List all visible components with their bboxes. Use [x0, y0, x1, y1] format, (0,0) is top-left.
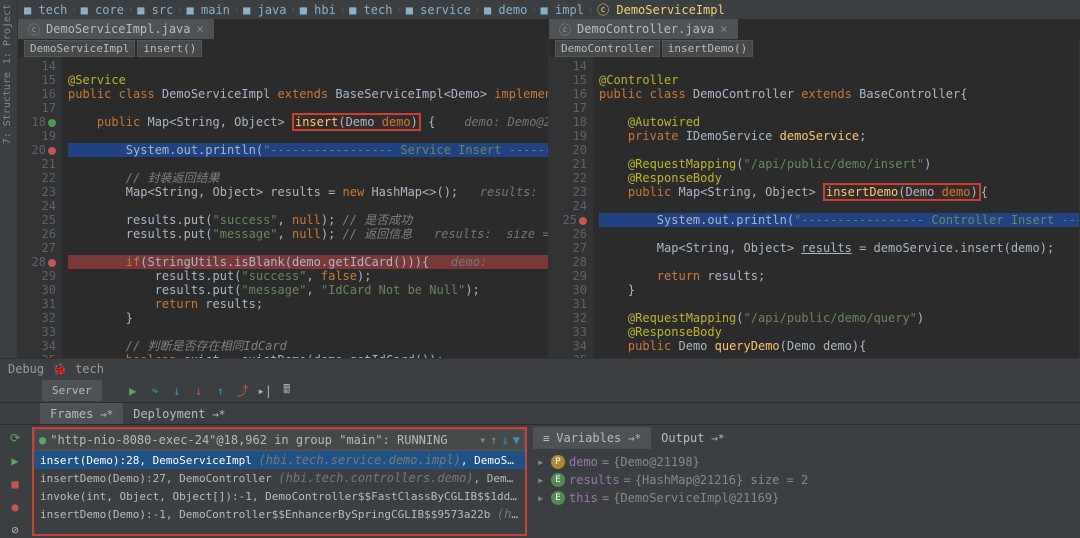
next-frame-icon[interactable]: ↓ [502, 433, 509, 447]
nav-method[interactable]: insertDemo() [662, 40, 753, 57]
deployment-tab[interactable]: Deployment →* [123, 403, 235, 424]
drop-frame-icon[interactable]: ⤴ [234, 382, 252, 400]
nav-class[interactable]: DemoServiceImpl [24, 40, 135, 57]
server-tab[interactable]: Server [42, 380, 102, 401]
tab-label: DemoController.java [577, 22, 714, 36]
nav-method[interactable]: insert() [137, 40, 202, 57]
close-icon[interactable]: × [197, 22, 204, 36]
dropdown-icon[interactable]: ▾ [479, 433, 486, 447]
resume-program-icon[interactable]: ▶ [6, 452, 24, 469]
tab-label: DemoServiceImpl.java [46, 22, 191, 36]
debug-panel: Debug 🐞 tech Server ▶ ↷ ↓ ↓ ↑ ⤴ ▸| 🖩 Fra… [0, 358, 1080, 538]
stack-frame[interactable]: invoke(int, Object, Object[]):-1, DemoCo… [34, 487, 525, 505]
gutter-right[interactable]: 1415161718192021222324252627282930313233… [549, 57, 593, 358]
thread-status-icon: ● [39, 433, 46, 447]
debug-process: tech [75, 362, 104, 376]
debug-left-toolbar: ⟳ ▶ ■ ● ⊘ [0, 425, 30, 538]
force-step-into-icon[interactable]: ↓ [190, 382, 208, 400]
editor-left: DemoServiceImpl insert() 141516171819202… [18, 39, 549, 358]
editor-right: DemoController insertDemo() 141516171819… [549, 39, 1080, 358]
breadcrumb: ■ tech› ■ core› ■ src› ■ main› ■ java› ■… [18, 0, 1080, 19]
view-breakpoints-icon[interactable]: ● [6, 498, 24, 515]
stack-frame[interactable]: insertDemo(Demo):27, DemoController (hbi… [34, 469, 525, 487]
debug-title: Debug [8, 362, 44, 376]
variable-row[interactable]: ▸Ethis = {DemoServiceImpl@21169} [537, 489, 1072, 507]
nav-class[interactable]: DemoController [555, 40, 660, 57]
output-tab[interactable]: Output →* [651, 427, 734, 449]
variable-row[interactable]: ▸Eresults = {HashMap@21216} size = 2 [537, 471, 1072, 489]
tab-demoserviceimpl[interactable]: ⓒ DemoServiceImpl.java × [18, 19, 215, 39]
frames-panel: ● "http-nio-8080-exec-24"@18,962 in grou… [32, 427, 527, 536]
step-into-icon[interactable]: ↓ [168, 382, 186, 400]
step-out-icon[interactable]: ↑ [212, 382, 230, 400]
variables-list[interactable]: ▸Pdemo = {Demo@21198}▸Eresults = {HashMa… [533, 449, 1076, 511]
gutter-left[interactable]: 1415161718192021222324252627282930313233… [18, 57, 62, 358]
project-tool[interactable]: 1: Project [0, 0, 15, 68]
evaluate-icon[interactable]: 🖩 [278, 382, 296, 400]
bug-icon: 🐞 [52, 362, 67, 376]
stack-frame[interactable]: insertDemo(Demo):-1, DemoController$$Enh… [34, 505, 525, 523]
structure-tool[interactable]: 7: Structure [0, 68, 15, 148]
variables-tab[interactable]: ≡ Variables →* [533, 427, 651, 449]
frames-tab[interactable]: Frames →* [40, 403, 123, 424]
rerun-icon[interactable]: ⟳ [6, 429, 24, 446]
frames-list[interactable]: insert(Demo):28, DemoServiceImpl (hbi.te… [34, 451, 525, 534]
source-left[interactable]: @Servicepublic class DemoServiceImpl ext… [62, 57, 548, 358]
thread-name: "http-nio-8080-exec-24"@18,962 in group … [50, 433, 475, 447]
prev-frame-icon[interactable]: ↑ [490, 433, 497, 447]
mute-breakpoints-icon[interactable]: ⊘ [6, 521, 24, 538]
tab-democontroller[interactable]: ⓒ DemoController.java × [549, 19, 739, 39]
stop-icon[interactable]: ■ [6, 475, 24, 492]
resume-icon[interactable]: ▶ [124, 382, 142, 400]
source-right[interactable]: @Controllerpublic class DemoController e… [593, 57, 1079, 358]
filter-icon[interactable]: ▼ [513, 433, 520, 447]
close-icon[interactable]: × [720, 22, 727, 36]
thread-selector[interactable]: ● "http-nio-8080-exec-24"@18,962 in grou… [34, 429, 525, 451]
variable-row[interactable]: ▸Pdemo = {Demo@21198} [537, 453, 1072, 471]
stack-frame[interactable]: insert(Demo):28, DemoServiceImpl (hbi.te… [34, 451, 525, 469]
step-over-icon[interactable]: ↷ [146, 382, 164, 400]
variables-panel: ≡ Variables →* Output →* ▸Pdemo = {Demo@… [533, 427, 1076, 536]
run-to-cursor-icon[interactable]: ▸| [256, 382, 274, 400]
